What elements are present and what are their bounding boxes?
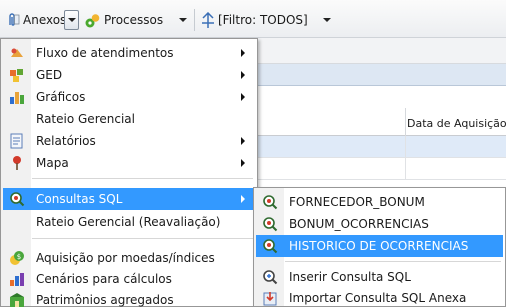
menu-item-graficos[interactable]: Gráficos <box>3 86 255 108</box>
chart-icon <box>9 89 25 105</box>
sql-query-icon <box>262 194 278 210</box>
chevron-down-icon <box>67 18 76 22</box>
menu-item-label: Consultas SQL <box>36 192 123 206</box>
grid-header-data-aquisicao[interactable]: Data de Aquisição <box>407 117 506 130</box>
anexos-menu: Fluxo de atendimentos GED Gráficos Ratei… <box>0 38 258 307</box>
menu-item-rateio-gerencial[interactable]: Rateio Gerencial <box>3 108 255 130</box>
assets-icon <box>9 292 25 307</box>
menu-item-label: Relatórios <box>36 134 96 148</box>
menu-item-label: Patrimônios agregados <box>36 293 174 307</box>
menu-separator <box>32 178 253 179</box>
paperclip-icon <box>6 12 20 28</box>
grid-header: Data de Aquisição <box>256 108 506 136</box>
submenu-item-label: FORNECEDOR_BONUM <box>289 195 425 209</box>
table-cell <box>256 158 406 180</box>
filter-icon <box>200 11 216 29</box>
menu-item-label: Cenários para cálculos <box>36 272 172 286</box>
chevron-down-icon <box>179 18 187 22</box>
processes-icon <box>84 12 101 29</box>
grid-header-cell[interactable] <box>256 108 406 136</box>
sql-query-icon <box>262 216 278 232</box>
report-icon <box>9 133 25 149</box>
menu-item-rateio-gerencial-reavaliacao[interactable]: Rateio Gerencial (Reavaliação) <box>3 211 255 233</box>
filtro-button[interactable]: [Filtro: TODOS] <box>200 10 308 30</box>
menu-item-cenarios-calculos[interactable]: Cenários para cálculos <box>3 268 255 290</box>
data-grid: Data de Aquisição <box>256 108 506 180</box>
menu-separator <box>285 261 501 262</box>
sql-insert-icon <box>262 269 278 285</box>
background-panel <box>256 38 506 64</box>
submenu-item-inserir-consulta[interactable]: Inserir Consulta SQL <box>256 266 503 288</box>
svg-text:$: $ <box>17 253 21 261</box>
background-tab-bar <box>256 64 506 86</box>
table-cell <box>256 136 406 158</box>
submenu-arrow-icon <box>241 49 245 57</box>
menu-item-fluxo-atendimentos[interactable]: Fluxo de atendimentos <box>3 42 255 64</box>
menu-item-ged[interactable]: GED <box>3 64 255 86</box>
menu-item-label: Mapa <box>36 156 69 170</box>
table-row[interactable] <box>256 136 506 158</box>
import-icon <box>262 290 278 306</box>
submenu-item-label: Importar Consulta SQL Anexa <box>289 291 467 305</box>
menu-item-label: Gráficos <box>36 90 86 104</box>
menu-item-consultas-sql[interactable]: Consultas SQL <box>3 188 255 210</box>
filtro-dropdown-button[interactable] <box>320 10 334 30</box>
menu-item-relatorios[interactable]: Relatórios <box>3 130 255 152</box>
submenu-item-label: Inserir Consulta SQL <box>289 270 411 284</box>
anexos-dropdown-button[interactable] <box>64 10 79 30</box>
ged-icon <box>9 67 25 83</box>
menu-item-patrimonios-agregados[interactable]: Patrimônios agregados <box>3 289 255 307</box>
submenu-item-historico-ocorrencias[interactable]: HISTORICO DE OCORRENCIAS <box>256 235 503 257</box>
table-row[interactable] <box>256 158 506 180</box>
submenu-arrow-icon <box>241 71 245 79</box>
toolbar: Anexos Processos [Filtro: TODOS] <box>0 0 506 38</box>
filtro-label: [Filtro: TODOS] <box>218 13 308 27</box>
menu-item-label: Fluxo de atendimentos <box>36 46 174 60</box>
menu-item-aquisicao-moedas[interactable]: $ Aquisição por moedas/índices <box>3 247 255 269</box>
anexos-button[interactable]: Anexos <box>6 10 66 30</box>
processos-button[interactable]: Processos <box>84 10 163 30</box>
processos-label: Processos <box>104 13 164 27</box>
submenu-arrow-icon <box>241 195 245 203</box>
menu-separator <box>32 238 253 239</box>
submenu-item-fornecedor-bonum[interactable]: FORNECEDOR_BONUM <box>256 191 503 213</box>
submenu-item-label: BONUM_OCORRENCIAS <box>289 217 429 231</box>
submenu-arrow-icon <box>241 93 245 101</box>
menu-item-label: GED <box>36 68 63 82</box>
submenu-arrow-icon <box>241 137 245 145</box>
menu-item-mapa[interactable]: Mapa <box>3 152 255 174</box>
sql-query-icon <box>262 238 278 254</box>
chevron-down-icon <box>323 18 331 22</box>
submenu-arrow-icon <box>241 159 245 167</box>
menu-item-label: Rateio Gerencial <box>36 112 135 126</box>
menu-item-label: Aquisição por moedas/índices <box>36 251 215 265</box>
processos-dropdown-button[interactable] <box>176 10 190 30</box>
scenario-icon <box>9 271 25 287</box>
submenu-item-label: HISTORICO DE OCORRENCIAS <box>289 239 469 253</box>
submenu-item-bonum-ocorrencias[interactable]: BONUM_OCORRENCIAS <box>256 213 503 235</box>
currency-icon: $ <box>9 250 25 266</box>
submenu-item-importar-consulta[interactable]: Importar Consulta SQL Anexa <box>256 287 503 307</box>
toolbar-separator <box>194 9 195 31</box>
map-pin-icon <box>9 155 25 171</box>
flow-icon <box>9 45 25 61</box>
consultas-sql-submenu: FORNECEDOR_BONUM BONUM_OCORRENCIAS HISTO… <box>253 187 506 307</box>
menu-item-label: Rateio Gerencial (Reavaliação) <box>36 215 221 229</box>
sql-query-icon <box>9 191 25 207</box>
anexos-label: Anexos <box>23 13 67 27</box>
